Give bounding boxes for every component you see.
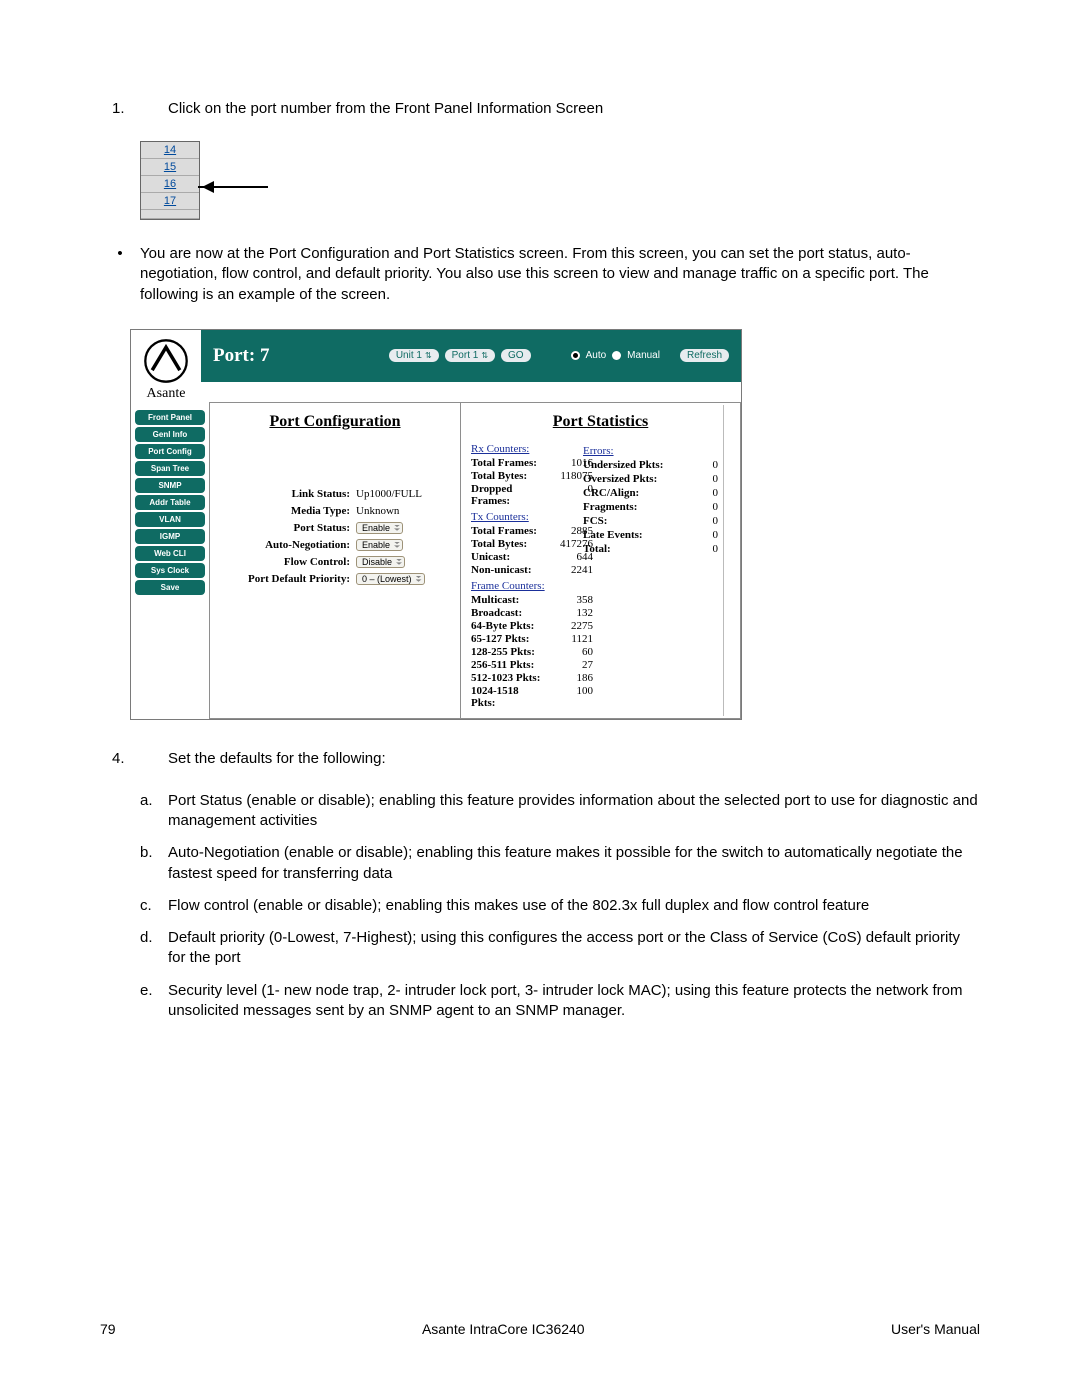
port-status-select[interactable]: Enable xyxy=(356,522,403,534)
sub-text: Auto-Negotiation (enable or disable); en… xyxy=(168,843,980,884)
cfg-value: Up1000/FULL xyxy=(356,488,422,500)
manual-radio[interactable] xyxy=(612,351,621,360)
scrollbar[interactable] xyxy=(723,405,738,716)
sub-letter: b. xyxy=(140,843,168,884)
sidebar-item[interactable]: Save xyxy=(135,580,205,595)
cfg-label: Media Type: xyxy=(240,505,356,517)
sub-text: Default priority (0-Lowest, 7-Highest); … xyxy=(168,928,980,969)
port-row-more xyxy=(141,210,199,219)
banner: Port: 7 Unit 1⇅ Port 1⇅ GO Auto Manual R… xyxy=(201,330,741,382)
cfg-label: Port Status: xyxy=(240,522,356,534)
port-title: Port: 7 xyxy=(213,345,269,367)
sidebar-item[interactable]: Web CLI xyxy=(135,546,205,561)
step-1-text: Click on the port number from the Front … xyxy=(168,100,603,117)
port-list-figure: 14 15 16 17 xyxy=(140,141,980,220)
sidebar-item[interactable]: Addr Table xyxy=(135,495,205,510)
port-statistics-panel: Port Statistics Rx Counters: Total Frame… xyxy=(460,402,741,719)
sidebar-item[interactable]: Genl Info xyxy=(135,427,205,442)
footer-right: User's Manual xyxy=(891,1321,980,1337)
go-button[interactable]: GO xyxy=(501,349,531,362)
sidebar-item[interactable]: Span Tree xyxy=(135,461,205,476)
config-header: Port Configuration xyxy=(210,403,460,486)
step-1: 1.Click on the port number from the Fron… xyxy=(140,100,980,117)
sidebar-item[interactable]: Sys Clock xyxy=(135,563,205,578)
port-row: 16 xyxy=(141,176,199,193)
auto-neg-select[interactable]: Enable xyxy=(356,539,403,551)
port-number-box: 14 15 16 17 xyxy=(140,141,200,220)
auto-radio[interactable] xyxy=(571,351,580,360)
bullet-dot-icon: • xyxy=(100,244,140,305)
document-page: 1.Click on the port number from the Fron… xyxy=(0,0,1080,1397)
sidebar-item[interactable]: Front Panel xyxy=(135,410,205,425)
unit-select[interactable]: Unit 1⇅ xyxy=(389,349,439,362)
sub-text: Flow control (enable or disable); enabli… xyxy=(168,896,980,916)
flow-control-select[interactable]: Disable xyxy=(356,556,405,568)
port-select[interactable]: Port 1⇅ xyxy=(445,349,495,362)
cfg-value: Unknown xyxy=(356,505,399,517)
sub-letter: e. xyxy=(140,981,168,1022)
errors-header: Errors: xyxy=(583,445,718,457)
brand-name: Asante xyxy=(131,386,201,402)
stepper-icon: ⇅ xyxy=(425,351,432,360)
sub-text: Port Status (enable or disable); enablin… xyxy=(168,791,980,832)
port-row: 15 xyxy=(141,159,199,176)
footer-center: Asante IntraCore IC36240 xyxy=(422,1321,585,1337)
sidebar-item[interactable]: VLAN xyxy=(135,512,205,527)
refresh-button[interactable]: Refresh xyxy=(680,349,729,362)
pointer-arrow-icon xyxy=(198,186,268,188)
info-bullet-text: You are now at the Port Configuration an… xyxy=(140,244,980,305)
port-config-screenshot: Asante Port: 7 Unit 1⇅ Port 1⇅ GO Auto M… xyxy=(130,329,742,720)
manual-label: Manual xyxy=(627,350,660,361)
port-row: 14 xyxy=(141,142,199,159)
frame-section: Frame Counters: xyxy=(471,580,740,592)
sub-list: a.Port Status (enable or disable); enabl… xyxy=(100,791,980,1021)
sub-letter: a. xyxy=(140,791,168,832)
sidebar-item[interactable]: IGMP xyxy=(135,529,205,544)
port-configuration-panel: Port Configuration Link Status:Up1000/FU… xyxy=(209,402,460,719)
auto-label: Auto xyxy=(586,350,607,361)
step-4-number: 4. xyxy=(140,750,168,767)
cfg-label: Flow Control: xyxy=(240,556,356,568)
cfg-label: Auto-Negotiation: xyxy=(240,539,356,551)
errors-block: Errors: Undersized Pkts:0 Oversized Pkts… xyxy=(583,441,718,557)
cfg-label: Link Status: xyxy=(240,488,356,500)
asante-logo-icon xyxy=(143,338,189,384)
step-4-text: Set the defaults for the following: xyxy=(168,750,386,767)
cfg-label: Port Default Priority: xyxy=(240,573,356,585)
info-bullet: • You are now at the Port Configuration … xyxy=(100,244,980,305)
sidebar-item[interactable]: Port Config xyxy=(135,444,205,459)
page-number: 79 xyxy=(100,1321,116,1337)
port-row: 17 xyxy=(141,193,199,210)
stats-header: Port Statistics xyxy=(461,403,740,439)
sub-letter: d. xyxy=(140,928,168,969)
sub-text: Security level (1- new node trap, 2- int… xyxy=(168,981,980,1022)
step-4: 4.Set the defaults for the following: xyxy=(140,750,980,767)
sidebar: Front Panel Genl Info Port Config Span T… xyxy=(131,402,209,719)
stepper-icon: ⇅ xyxy=(481,351,488,360)
priority-select[interactable]: 0 – (Lowest) xyxy=(356,573,425,585)
sidebar-item[interactable]: SNMP xyxy=(135,478,205,493)
sub-letter: c. xyxy=(140,896,168,916)
step-1-number: 1. xyxy=(140,100,168,117)
page-footer: 79 Asante IntraCore IC36240 User's Manua… xyxy=(100,1321,980,1337)
